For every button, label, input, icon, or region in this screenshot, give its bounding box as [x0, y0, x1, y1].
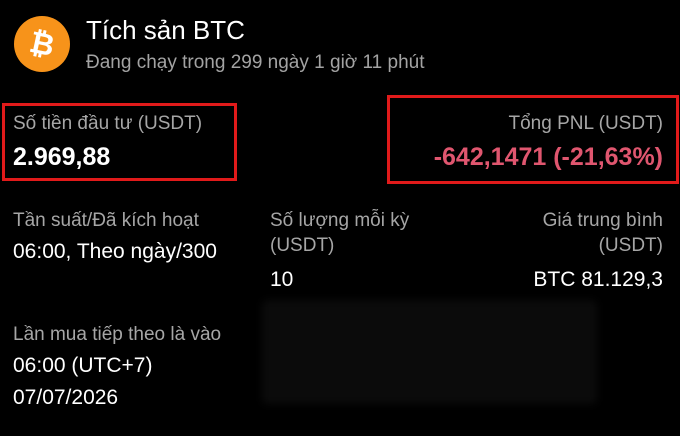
invest-label: Số tiền đầu tư (USDT) — [13, 113, 203, 134]
pnl-value: -642,1471 (-21,63%) — [433, 143, 663, 171]
amount-per-period-value: 10 — [270, 268, 294, 291]
svg-text:₿: ₿ — [26, 27, 57, 61]
invest-value: 2.969,88 — [13, 143, 111, 171]
frequency-value: 06:00, Theo ngày/300 — [13, 240, 217, 263]
amount-per-period-unit: (USDT) — [270, 235, 335, 256]
running-duration: Đang chạy trong 299 ngày 1 giờ 11 phút — [86, 52, 425, 73]
pnl-label: Tổng PNL (USDT) — [508, 113, 664, 134]
frequency-label: Tần suất/Đã kích hoạt — [13, 210, 199, 231]
next-buy-time: 06:00 (UTC+7) — [13, 354, 153, 377]
next-buy-label: Lần mua tiếp theo là vào — [13, 324, 222, 345]
average-price-label: Giá trung bình — [542, 210, 663, 231]
bot-header: ₿ Tích sản BTC Đang chạy trong 299 ngày … — [14, 14, 425, 75]
bot-title: Tích sản BTC — [86, 15, 245, 45]
bitcoin-icon: ₿ — [14, 16, 70, 72]
obscured-area — [262, 300, 597, 404]
amount-per-period-label: Số lượng mỗi kỳ — [270, 210, 410, 231]
average-price-unit: (USDT) — [598, 235, 663, 256]
next-buy-date: 07/07/2026 — [13, 386, 119, 409]
average-price-value: BTC 81.129,3 — [533, 268, 663, 291]
